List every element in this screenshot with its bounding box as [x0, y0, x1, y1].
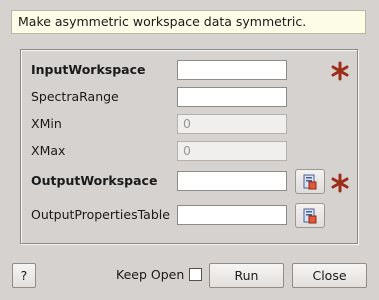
output-properties-table-field[interactable]: [177, 205, 287, 225]
xmin-field[interactable]: 0: [177, 114, 287, 134]
help-button[interactable]: ?: [12, 263, 36, 288]
output-workspace-field[interactable]: [177, 171, 287, 191]
spectra-range-label: SpectraRange: [31, 89, 119, 104]
run-button[interactable]: Run: [209, 263, 284, 288]
close-button[interactable]: Close: [292, 263, 367, 288]
output-workspace-browse-button[interactable]: [295, 169, 325, 194]
required-asterisk-icon: [331, 61, 349, 81]
workspace-browse-icon: [303, 208, 317, 224]
output-workspace-label: OutputWorkspace: [31, 173, 158, 188]
xmax-field[interactable]: 0: [177, 141, 287, 161]
keep-open-checkbox[interactable]: [189, 268, 202, 281]
xmax-label: XMax: [31, 143, 66, 158]
algorithm-description: Make asymmetric workspace data symmetric…: [11, 10, 366, 34]
workspace-browse-icon: [303, 174, 317, 190]
required-asterisk-icon: [331, 173, 349, 193]
output-properties-table-browse-button[interactable]: [295, 203, 325, 228]
input-workspace-field[interactable]: [177, 60, 287, 80]
xmin-label: XMin: [31, 116, 62, 131]
output-properties-table-label: OutputPropertiesTable: [31, 207, 170, 222]
spectra-range-field[interactable]: [177, 87, 287, 107]
keep-open-label: Keep Open: [116, 267, 185, 282]
input-workspace-label: InputWorkspace: [31, 62, 146, 77]
